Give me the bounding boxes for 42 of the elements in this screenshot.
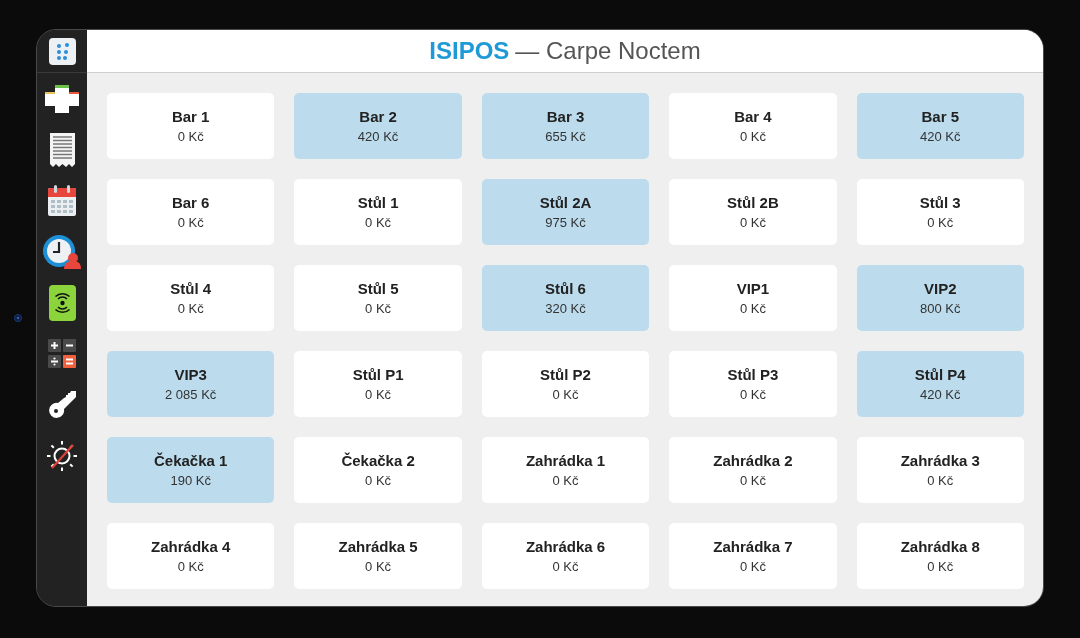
- table-tile[interactable]: Stůl 4 0 Kč: [107, 265, 275, 331]
- table-tile[interactable]: Stůl P2 0 Kč: [481, 351, 650, 417]
- table-tile[interactable]: Stůl 3 0 Kč: [856, 179, 1024, 245]
- table-tile[interactable]: Stůl 5 0 Kč: [294, 265, 462, 331]
- table-tile[interactable]: Zahrádka 4 0 Kč: [107, 523, 275, 589]
- clock-person-icon[interactable]: [43, 234, 81, 269]
- table-tile[interactable]: Stůl 2B 0 Kč: [669, 179, 837, 245]
- wireless-signal-icon[interactable]: [48, 284, 76, 321]
- table-tile[interactable]: Zahrádka 5 0 Kč: [294, 523, 462, 589]
- table-tile[interactable]: Zahrádka 8 0 Kč: [856, 523, 1024, 589]
- table-tile[interactable]: Zahrádka 7 0 Kč: [669, 523, 837, 589]
- table-tile[interactable]: Zahrádka 3 0 Kč: [856, 437, 1024, 503]
- receipt-icon[interactable]: [49, 132, 75, 167]
- table-tile[interactable]: Bar 6 0 Kč: [107, 179, 275, 245]
- venue-title: — Carpe Noctem: [515, 39, 701, 63]
- table-tile[interactable]: Bar 5 420 Kč: [856, 93, 1024, 159]
- table-tile[interactable]: Stůl 1 0 Kč: [294, 179, 462, 245]
- table-tile[interactable]: Bar 1 0 Kč: [107, 93, 275, 159]
- brightness-off-icon[interactable]: [47, 440, 77, 471]
- grid-menu-icon[interactable]: [48, 37, 76, 65]
- camera-icon: [14, 314, 22, 322]
- app-brand: ISIPOS: [429, 39, 510, 63]
- table-tile[interactable]: VIP2 800 Kč: [856, 265, 1024, 331]
- table-tile[interactable]: Čekačka 1 190 Kč: [107, 437, 275, 503]
- table-tile[interactable]: Stůl 6 320 Kč: [481, 265, 650, 331]
- table-tile[interactable]: Bar 2 420 Kč: [294, 93, 462, 159]
- table-tile[interactable]: VIP3 2 085 Kč: [107, 351, 275, 417]
- calculator-icon[interactable]: [47, 338, 77, 369]
- table-layout-icon[interactable]: [45, 84, 79, 113]
- table-tile[interactable]: Stůl P3 0 Kč: [669, 351, 837, 417]
- table-tile[interactable]: Zahrádka 6 0 Kč: [481, 523, 650, 589]
- key-icon[interactable]: [48, 391, 76, 418]
- table-tile[interactable]: Zahrádka 2 0 Kč: [669, 437, 837, 503]
- table-tile[interactable]: Bar 4 0 Kč: [669, 93, 837, 159]
- table-tile[interactable]: Čekačka 2 0 Kč: [294, 437, 462, 503]
- table-tile[interactable]: Zahrádka 1 0 Kč: [481, 437, 650, 503]
- table-tile[interactable]: Bar 3 655 Kč: [481, 93, 650, 159]
- table-tile[interactable]: VIP1 0 Kč: [669, 265, 837, 331]
- calendar-icon[interactable]: [48, 185, 76, 216]
- table-tile[interactable]: Stůl P1 0 Kč: [294, 351, 462, 417]
- table-tile[interactable]: Stůl P4 420 Kč: [856, 351, 1024, 417]
- table-tile[interactable]: Stůl 2A 975 Kč: [481, 179, 650, 245]
